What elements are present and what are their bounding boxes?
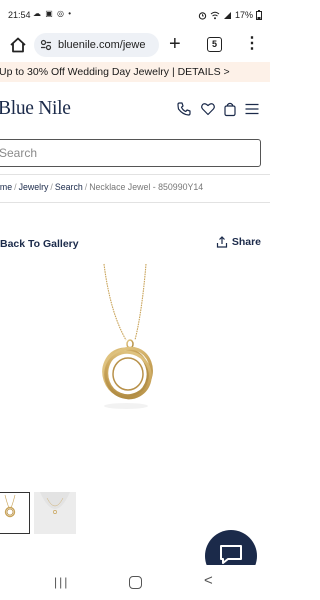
product-image[interactable]	[60, 262, 210, 432]
model-wearing-thumbnail[interactable]	[34, 492, 76, 534]
phone-icon[interactable]	[176, 101, 192, 117]
divider	[0, 174, 270, 175]
breadcrumb-separator: /	[14, 182, 17, 192]
home-icon[interactable]	[8, 35, 28, 55]
signal-icon	[223, 11, 231, 19]
breadcrumb: ome/Jewelry/Search/Necklace Jewel - 8509…	[0, 182, 203, 192]
necklace-thumbnail[interactable]	[0, 492, 30, 534]
breadcrumb-separator: /	[84, 182, 88, 192]
browser-toolbar: bluenile.com/jewe + 5 ⋮	[0, 30, 270, 60]
share-button[interactable]: Share	[216, 236, 261, 248]
address-bar[interactable]: bluenile.com/jewe	[34, 33, 159, 57]
thumbnail-image	[4, 494, 16, 518]
status-time: 21:54	[8, 10, 31, 20]
search-input[interactable]	[0, 144, 249, 162]
breadcrumb-jewelry[interactable]: Jewelry	[19, 182, 49, 192]
site-settings-icon[interactable]	[40, 39, 52, 51]
breadcrumb-current: Necklace Jewel - 850990Y14	[89, 182, 204, 192]
notification-icons: ☁ ▣ ◎ •	[33, 9, 73, 18]
system-icons: 17%	[198, 10, 262, 20]
back-icon[interactable]: <	[204, 572, 213, 589]
back-to-gallery-link[interactable]: Back To Gallery	[0, 238, 79, 250]
battery-percent: 17%	[234, 10, 253, 20]
url-text[interactable]: bluenile.com/jewe	[58, 39, 145, 51]
bag-icon[interactable]	[222, 101, 238, 117]
site-header: Blue Nile	[0, 88, 270, 130]
wifi-icon	[210, 11, 220, 19]
new-tab-icon[interactable]: +	[169, 34, 181, 54]
status-bar: 21:54 ☁ ▣ ◎ • 17%	[0, 0, 270, 30]
home-button-icon[interactable]	[129, 576, 142, 589]
chat-icon	[220, 545, 242, 564]
battery-icon	[256, 10, 262, 20]
breadcrumb-separator: /	[50, 182, 53, 192]
system-navigation-bar: ||| <	[0, 565, 270, 600]
alarm-icon	[198, 11, 207, 20]
breadcrumb-home[interactable]: ome	[0, 182, 12, 192]
thumbnail-image	[34, 492, 76, 534]
recent-apps-icon[interactable]: |||	[54, 575, 69, 589]
overflow-menu-icon[interactable]: ⋮	[244, 35, 260, 53]
tab-switcher-button[interactable]: 5	[207, 37, 222, 52]
promo-text[interactable]: Up to 30% Off Wedding Day Jewelry | DETA…	[0, 62, 230, 82]
hamburger-menu-icon[interactable]	[244, 101, 260, 117]
breadcrumb-search[interactable]: Search	[55, 182, 83, 192]
share-label: Share	[231, 236, 261, 248]
brand-logo[interactable]: Blue Nile	[0, 98, 71, 120]
promo-banner[interactable]: Up to 30% Off Wedding Day Jewelry | DETA…	[0, 62, 270, 82]
search-box[interactable]	[0, 139, 261, 167]
heart-icon[interactable]	[200, 101, 216, 117]
divider	[0, 202, 270, 203]
share-icon	[216, 236, 227, 248]
